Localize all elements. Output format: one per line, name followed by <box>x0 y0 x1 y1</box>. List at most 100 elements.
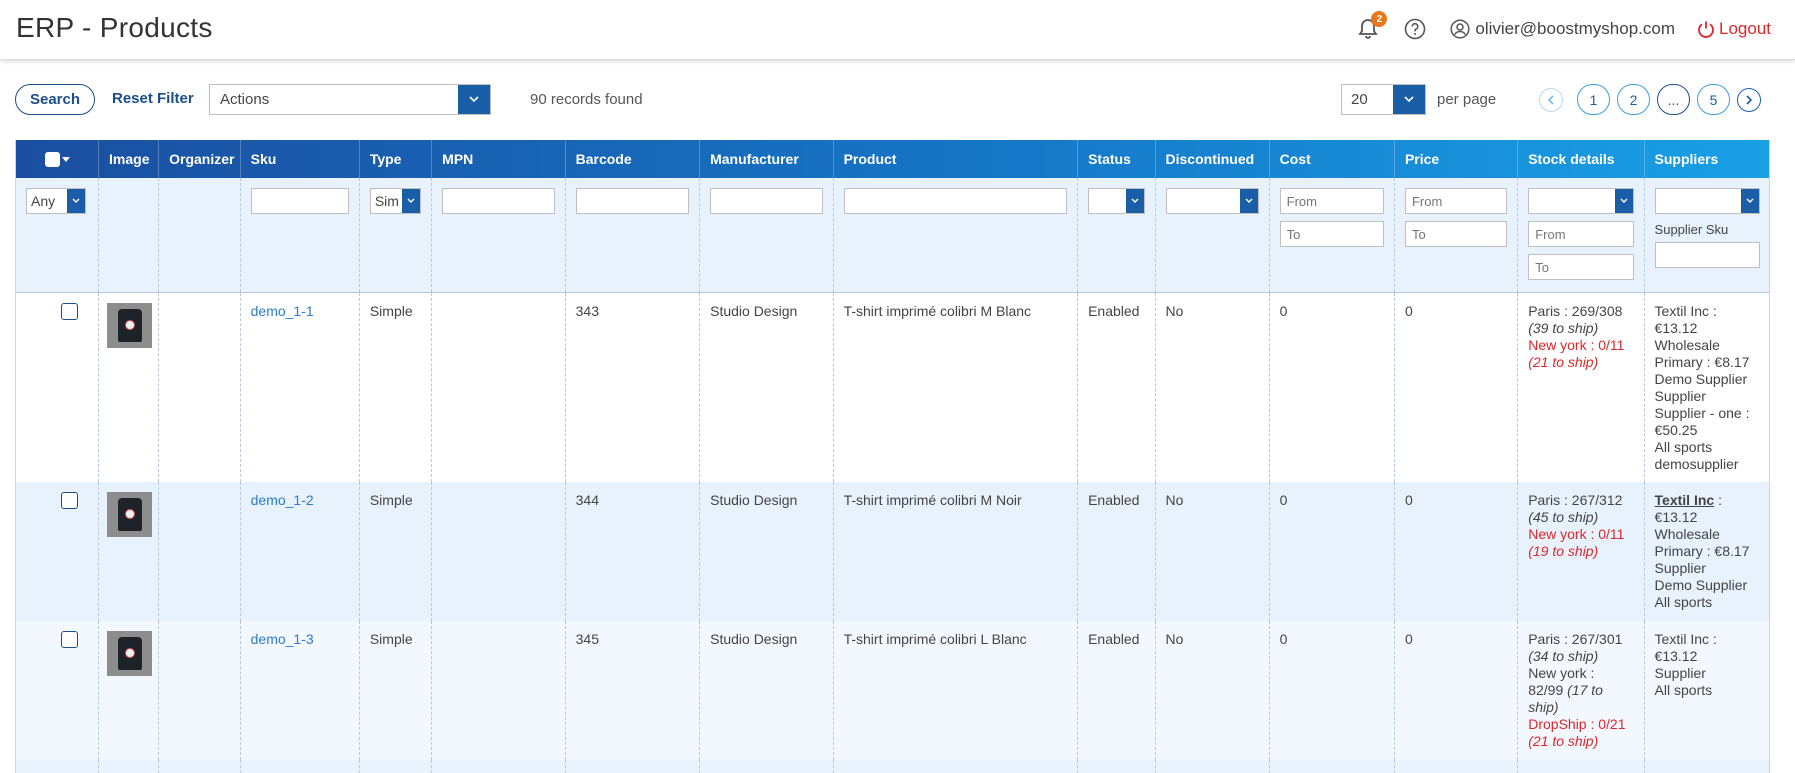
stock-line: Paris : 267/312 <box>1528 492 1623 508</box>
table-row[interactable] <box>16 760 1769 773</box>
table-row[interactable]: demo_1-1 Simple 343 Studio Design T-shir… <box>16 292 1769 482</box>
sku-link[interactable]: demo_1-1 <box>251 303 314 319</box>
row-select-cell <box>16 482 100 621</box>
status-filter-select[interactable] <box>1088 188 1145 214</box>
help-button[interactable] <box>1404 18 1426 40</box>
column-header-suppliers[interactable]: Suppliers <box>1644 140 1769 178</box>
sku-filter-input[interactable] <box>250 188 349 214</box>
supplier-sku-input[interactable] <box>1654 242 1760 268</box>
product-thumbnail[interactable] <box>107 302 153 348</box>
row-checkbox[interactable] <box>61 631 78 648</box>
product-filter-input[interactable] <box>843 188 1068 214</box>
column-header-manufacturer[interactable]: Manufacturer <box>699 140 834 178</box>
supplier-line: Demo Supplier <box>1654 370 1748 387</box>
cost-to-input[interactable] <box>1279 221 1384 247</box>
supplier-link[interactable]: Textil Inc <box>1655 492 1715 508</box>
chevron-down-icon <box>1239 189 1258 213</box>
chevron-down-icon <box>402 189 421 213</box>
select-all-checkbox[interactable] <box>44 151 60 167</box>
supplier-separator: : <box>1714 492 1722 508</box>
manufacturer-filter-input[interactable] <box>710 188 823 214</box>
type-filter-select[interactable]: Sim <box>369 188 422 214</box>
price-from-input[interactable] <box>1404 188 1508 214</box>
stock-line: 82/99 (17 to <box>1528 682 1633 699</box>
discontinued-filter-select[interactable] <box>1165 188 1259 214</box>
stock-to-input[interactable] <box>1528 254 1634 280</box>
organizer-cell <box>158 292 241 482</box>
barcode-cell: 345 <box>565 621 701 760</box>
mpn-cell <box>431 621 566 760</box>
column-header-product[interactable]: Product <box>833 140 1079 178</box>
column-header-barcode[interactable]: Barcode <box>565 140 701 178</box>
type-cell: Simple <box>359 482 433 621</box>
product-thumbnail[interactable] <box>107 492 153 537</box>
supplier-filter-select[interactable] <box>1654 188 1760 214</box>
user-menu[interactable]: olivier@boostmyshop.com <box>1450 19 1675 39</box>
column-header-stock-details[interactable]: Stock details <box>1517 140 1645 178</box>
suppliers-cell: Textil Inc : €13.12 Wholesale Primary : … <box>1644 482 1769 621</box>
type-cell: Simple <box>359 621 433 760</box>
suppliers-cell: Textil Inc : €13.12 Supplier All sports <box>1644 621 1769 760</box>
discontinued-cell: No <box>1155 292 1270 482</box>
page-button-2[interactable]: 2 <box>1617 84 1650 115</box>
price-to-input[interactable] <box>1404 221 1508 247</box>
row-checkbox[interactable] <box>61 302 78 320</box>
table-row[interactable]: demo_1-3 Simple 345 Studio Design T-shir… <box>16 621 1769 760</box>
supplier-line: Wholesale <box>1654 526 1720 542</box>
cost-from-input[interactable] <box>1279 188 1384 214</box>
filter-discontinued-cell <box>1155 178 1270 293</box>
next-page-button[interactable] <box>1737 87 1761 112</box>
column-header-price[interactable]: Price <box>1394 140 1519 178</box>
table-row[interactable]: demo_1-2 Simple 344 Studio Design T-shir… <box>16 482 1769 621</box>
mpn-filter-input[interactable] <box>442 188 555 214</box>
price-cell <box>1394 760 1519 773</box>
help-icon <box>1405 18 1426 40</box>
stock-to-ship: (39 to ship) <box>1528 319 1599 336</box>
reset-filter-link[interactable]: Reset Filter <box>112 90 194 107</box>
column-header-mpn[interactable]: MPN <box>431 140 566 178</box>
notifications-button[interactable]: 2 <box>1356 11 1388 41</box>
sku-link[interactable]: demo_1-2 <box>251 492 314 508</box>
select-filter[interactable]: Any <box>26 188 86 214</box>
actions-select[interactable]: Actions <box>209 84 491 115</box>
stock-filter-select[interactable] <box>1528 188 1634 214</box>
stock-line-warning: New york : 0/11 <box>1528 336 1625 353</box>
row-checkbox[interactable] <box>61 492 78 509</box>
column-header-cost[interactable]: Cost <box>1269 140 1395 178</box>
barcode-filter-input[interactable] <box>575 188 690 214</box>
column-header-type[interactable]: Type <box>359 140 433 178</box>
page-button-ellipsis[interactable]: ... <box>1657 84 1690 115</box>
manufacturer-cell: Studio Design <box>699 292 834 482</box>
logout-button[interactable]: Logout <box>1697 19 1771 39</box>
sku-cell <box>240 760 360 773</box>
image-cell <box>98 292 160 482</box>
manufacturer-cell: Studio Design <box>699 621 834 760</box>
product-thumbnail[interactable] <box>107 631 153 676</box>
column-header-discontinued[interactable]: Discontinued <box>1155 140 1270 178</box>
supplier-line: Primary : €8.17 <box>1654 543 1750 559</box>
chevron-down-icon <box>1741 189 1759 213</box>
page-button-5[interactable]: 5 <box>1697 84 1730 115</box>
previous-page-button[interactable] <box>1539 87 1563 112</box>
stock-from-input[interactable] <box>1528 221 1634 247</box>
barcode-cell: 344 <box>565 482 701 621</box>
column-header-sku[interactable]: Sku <box>240 140 360 178</box>
product-cell <box>833 760 1079 773</box>
select-all-header[interactable] <box>16 140 100 178</box>
column-header-status[interactable]: Status <box>1077 140 1156 178</box>
supplier-line: €13.12 <box>1654 319 1698 336</box>
filter-select-cell: Any <box>16 178 100 293</box>
page-button-1[interactable]: 1 <box>1577 84 1610 115</box>
organizer-cell <box>158 760 241 773</box>
per-page-label: per page <box>1437 91 1497 108</box>
discontinued-cell: No <box>1155 621 1270 760</box>
type-filter-value: Sim <box>374 193 399 209</box>
per-page-select[interactable]: 20 <box>1341 84 1426 115</box>
sku-link[interactable]: demo_1-3 <box>251 631 314 647</box>
mpn-cell <box>431 482 566 621</box>
stock-to-ship-warning: (21 to ship) <box>1528 733 1599 749</box>
search-button[interactable]: Search <box>15 84 95 115</box>
user-icon <box>1450 19 1470 39</box>
supplier-line: Supplier <box>1654 387 1706 404</box>
filter-price-cell <box>1394 178 1519 293</box>
